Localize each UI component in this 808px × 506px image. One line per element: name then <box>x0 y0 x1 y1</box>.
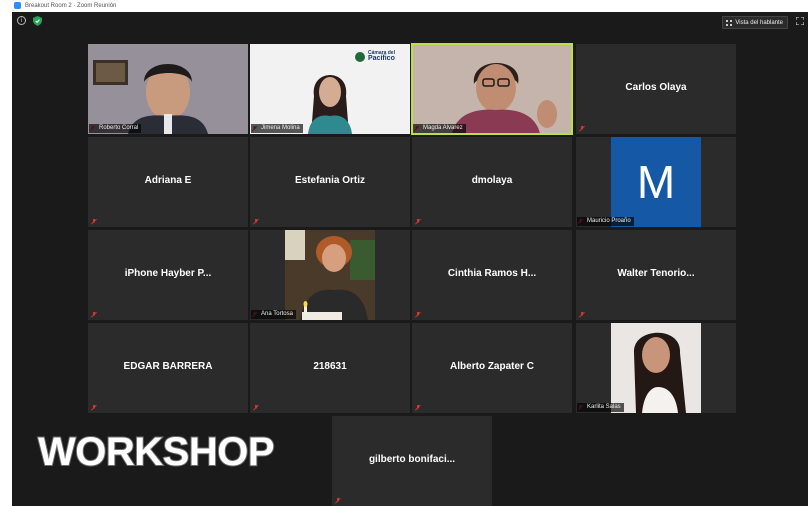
participant-display-name: dmolaya <box>471 175 513 186</box>
muted-mic-icon <box>253 219 259 225</box>
participant-name: Jimena Molina <box>251 124 303 133</box>
zoom-app-icon <box>14 2 21 9</box>
muted-mic-icon <box>335 498 341 504</box>
participant-name: Ana Tortosa <box>251 310 296 319</box>
participant-tile-walter-tenorio[interactable]: Walter Tenorio... <box>576 230 736 320</box>
participant-tile-gilberto-bonifaci[interactable]: gilberto bonifaci... <box>332 416 492 506</box>
muted-mic-icon <box>91 219 97 225</box>
shield-icon[interactable] <box>33 16 42 26</box>
participant-display-name: Adriana E <box>144 175 192 186</box>
participant-name: Magda Alvarez <box>413 124 466 133</box>
muted-mic-icon <box>91 405 97 411</box>
logo-line2: Pacífico <box>368 55 395 62</box>
participant-tile-cinthia-ramos[interactable]: Cinthia Ramos H... <box>412 230 572 320</box>
participant-tile-carlos-olaya[interactable]: Carlos Olaya <box>576 44 736 134</box>
participant-display-name: 218631 <box>313 361 347 372</box>
participant-video <box>576 323 736 413</box>
muted-mic-icon <box>91 312 97 318</box>
title-bar: Breakout Room 2 · Zoom Reunión <box>0 0 808 11</box>
participant-display-name: EDGAR BARRERA <box>123 361 213 372</box>
participant-tile-alberto-zapater[interactable]: Alberto Zapater C <box>412 323 572 413</box>
participant-tile-magda-alvarez[interactable]: Magda Alvarez <box>411 43 573 135</box>
participant-tile-adriana-e[interactable]: Adriana E <box>88 137 248 227</box>
participant-tile-dmolaya[interactable]: dmolaya <box>412 137 572 227</box>
participant-tile-estefania-ortiz[interactable]: Estefania Ortiz <box>250 137 410 227</box>
muted-mic-icon <box>253 405 259 411</box>
participant-name: Mauricio Proaño <box>577 217 634 226</box>
speaker-view-label: Vista del hablante <box>735 19 783 26</box>
meeting-top-bar: i Vista del hablante <box>12 12 808 30</box>
participant-tile-karlita-salas[interactable]: Karlita Salas <box>576 323 736 413</box>
camara-pacifico-logo: Cámara del Pacífico <box>354 50 402 66</box>
participant-tile-jimena-molina[interactable]: Cámara del Pacífico Jimena Molina <box>250 44 410 134</box>
info-icon[interactable]: i <box>17 16 26 25</box>
workshop-overlay-text: WORKSHOP <box>37 429 276 475</box>
participant-display-name: Estefania Ortiz <box>294 175 366 186</box>
muted-mic-icon <box>415 312 421 318</box>
speaker-view-button[interactable]: Vista del hablante <box>722 16 788 29</box>
participant-tile-edgar-barrera[interactable]: EDGAR BARRERA <box>88 323 248 413</box>
muted-mic-icon <box>579 312 585 318</box>
participant-tile-mauricio-proano[interactable]: M Mauricio Proaño <box>576 137 736 227</box>
participant-name: Karlita Salas <box>577 403 624 412</box>
muted-mic-icon <box>579 126 585 132</box>
participant-display-name: gilberto bonifaci... <box>368 454 456 465</box>
grid-icon <box>726 19 733 26</box>
participant-tile-iphone-hayber[interactable]: iPhone Hayber P... <box>88 230 248 320</box>
avatar: M <box>611 137 701 227</box>
muted-mic-icon <box>415 219 421 225</box>
participant-display-name: Alberto Zapater C <box>450 361 534 372</box>
participant-video <box>250 230 410 320</box>
window-title: Breakout Room 2 · Zoom Reunión <box>25 2 117 9</box>
participant-video <box>88 44 248 134</box>
participant-display-name: Walter Tenorio... <box>617 268 695 279</box>
participant-display-name: iPhone Hayber P... <box>124 268 212 279</box>
participant-display-name: Carlos Olaya <box>625 82 687 93</box>
participant-display-name: Cinthia Ramos H... <box>447 268 537 279</box>
participant-tile-roberto-corral[interactable]: Roberto Corral <box>88 44 248 134</box>
fullscreen-icon[interactable] <box>796 17 804 25</box>
participant-tile-218631[interactable]: 218631 <box>250 323 410 413</box>
muted-mic-icon <box>415 405 421 411</box>
participant-name: Roberto Corral <box>89 124 142 133</box>
participant-video <box>412 44 572 134</box>
participant-tile-ana-tortosa[interactable]: Ana Tortosa <box>250 230 410 320</box>
